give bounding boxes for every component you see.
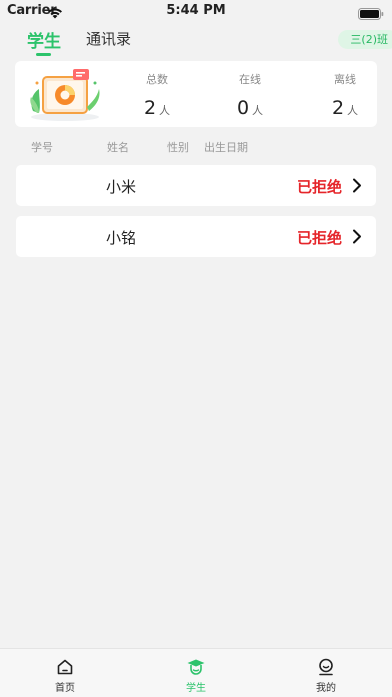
nav-home[interactable]: 首页 (25, 649, 105, 694)
stat-offline-value: 2 (331, 97, 345, 119)
nav-home-label: 首页 (55, 683, 75, 694)
stat-online-value: 0 (236, 97, 250, 119)
stat-online: 在线 0人 (220, 71, 280, 119)
tab-students[interactable]: 学生 (27, 27, 61, 52)
stat-total-value: 2 (143, 97, 157, 119)
nav-students[interactable]: 学生 (156, 649, 236, 694)
nav-profile-label: 我的 (316, 683, 336, 694)
nav-profile[interactable]: 我的 (286, 649, 366, 694)
status-bar: Carrier 5:44 PM (0, 0, 392, 22)
column-header-name: 姓名 (107, 141, 129, 154)
stat-online-label: 在线 (239, 73, 261, 86)
student-status: 已拒绝 (296, 178, 342, 196)
stats-illustration-icon (27, 67, 109, 123)
chevron-right-icon (352, 178, 362, 197)
column-header-birthdate: 出生日期 (204, 141, 248, 154)
student-row[interactable]: 小米 已拒绝 (16, 165, 376, 206)
stat-total-label: 总数 (146, 73, 168, 86)
class-selector[interactable]: 三(2)班 (338, 30, 392, 49)
stat-offline-label: 离线 (334, 73, 356, 86)
summary-card: 总数 2人 在线 0人 离线 2人 (15, 61, 377, 127)
student-name: 小米 (106, 178, 137, 196)
stat-offline: 离线 2人 (315, 71, 375, 119)
stat-offline-unit: 人 (347, 104, 359, 117)
home-icon (57, 659, 73, 675)
column-header-gender: 性别 (167, 141, 189, 154)
bottom-nav: 首页 学生 我的 (0, 648, 392, 697)
stat-total: 总数 2人 (127, 71, 187, 119)
profile-icon (319, 658, 333, 676)
student-status: 已拒绝 (296, 229, 342, 247)
nav-students-label: 学生 (186, 683, 206, 694)
student-name: 小铭 (106, 229, 137, 247)
stat-online-unit: 人 (252, 104, 264, 117)
clock: 5:44 PM (166, 3, 226, 18)
graduation-cap-icon (187, 659, 205, 675)
top-tabs: 学生 通讯录 (0, 22, 392, 56)
chevron-right-icon (352, 229, 362, 248)
column-header-student-id: 学号 (31, 141, 53, 154)
active-tab-indicator (36, 53, 51, 56)
stat-total-unit: 人 (159, 104, 171, 117)
tab-contacts[interactable]: 通讯录 (86, 28, 131, 49)
student-row[interactable]: 小铭 已拒绝 (16, 216, 376, 257)
